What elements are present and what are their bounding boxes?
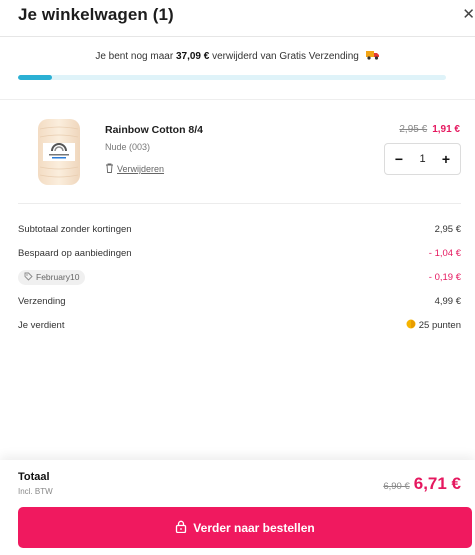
coupon-value: - 0,19 €: [428, 271, 461, 283]
total-old-price: 6,90 €: [383, 481, 410, 492]
free-shipping-text: Je bent nog maar 37,09 € verwijderd van …: [0, 50, 475, 63]
checkout-footer: Totaal Incl. BTW 6,90 € 6,71 € Verder na…: [0, 460, 475, 555]
summary-row-subtotal: Subtotaal zonder kortingen 2,95 €: [18, 217, 461, 241]
checkout-button-label: Verder naar bestellen: [193, 520, 315, 535]
coupon-code: February10: [36, 272, 80, 282]
summary-row-coupon: February10 - 0,19 €: [18, 265, 461, 289]
incl-vat-label: Incl. BTW: [18, 487, 53, 496]
savings-value: - 1,04 €: [428, 247, 461, 259]
increase-quantity-button[interactable]: +: [440, 151, 452, 167]
total-new-price: 6,71 €: [413, 474, 461, 493]
shipping-label: Verzending: [18, 295, 66, 307]
shipping-text-after: verwijderd van Gratis Verzending: [212, 51, 359, 62]
item-sale-price: 1,91 €: [432, 124, 460, 135]
tag-icon: [24, 272, 33, 283]
points-value: 25 punten: [418, 319, 461, 331]
points-label: Je verdient: [18, 319, 65, 331]
item-old-price: 2,95 €: [399, 124, 428, 135]
truck-icon: [365, 50, 380, 63]
free-shipping-banner: Je bent nog maar 37,09 € verwijderd van …: [0, 38, 475, 100]
total-prices: 6,90 € 6,71 €: [383, 474, 461, 494]
shipping-value: 4,99 €: [434, 295, 461, 307]
order-summary: Subtotaal zonder kortingen 2,95 € Bespaa…: [18, 217, 461, 337]
shipping-progress-bar: [18, 75, 446, 80]
decrease-quantity-button[interactable]: −: [393, 151, 405, 167]
checkout-button[interactable]: Verder naar bestellen: [18, 507, 472, 548]
remove-item-label: Verwijderen: [117, 164, 165, 174]
shipping-remaining-amount: 37,09 €: [175, 51, 210, 62]
shipping-progress-fill: [18, 75, 53, 80]
item-prices: 2,95 € 1,91 €: [399, 124, 460, 135]
summary-row-points: Je verdient 25 punten: [18, 313, 461, 337]
subtotal-value: 2,95 €: [434, 223, 461, 235]
product-image[interactable]: [34, 117, 84, 187]
remove-item-button[interactable]: Verwijderen: [105, 163, 164, 175]
product-variant: Nude (003): [105, 142, 151, 152]
subtotal-label: Subtotaal zonder kortingen: [18, 223, 132, 235]
quantity-stepper: − 1 +: [384, 143, 461, 175]
points-value-wrap: 25 punten: [406, 319, 461, 332]
coin-icon: [406, 319, 416, 332]
summary-divider: [18, 203, 461, 204]
summary-row-shipping: Verzending 4,99 €: [18, 289, 461, 313]
shipping-text-before: Je bent nog maar: [95, 51, 174, 62]
quantity-value[interactable]: 1: [419, 153, 425, 165]
lock-icon: [175, 520, 187, 536]
cart-title: Je winkelwagen (1): [18, 5, 174, 24]
close-icon[interactable]: ✕: [462, 5, 475, 23]
product-name[interactable]: Rainbow Cotton 8/4: [105, 124, 203, 136]
trash-icon: [105, 163, 114, 175]
savings-label: Bespaard op aanbiedingen: [18, 247, 132, 259]
summary-row-savings: Bespaard op aanbiedingen - 1,04 €: [18, 241, 461, 265]
cart-header: Je winkelwagen (1) ✕: [0, 0, 475, 37]
total-label: Totaal: [18, 471, 50, 483]
cart-item: Rainbow Cotton 8/4 Nude (003) Verwijdere…: [0, 100, 475, 200]
coupon-badge: February10: [18, 269, 86, 285]
